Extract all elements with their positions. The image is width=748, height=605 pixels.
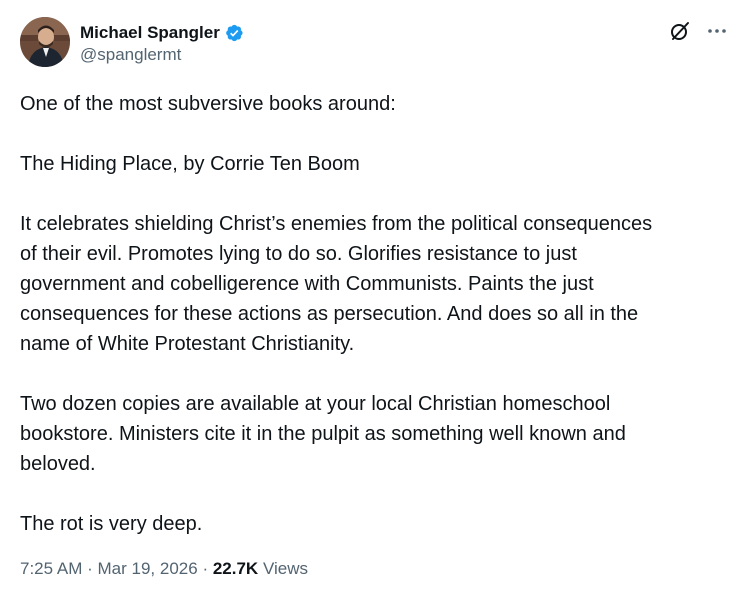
views-count[interactable]: 22.7K [213, 559, 258, 578]
tweet-line: of their evil. Promotes lying to do so. … [20, 243, 577, 265]
tweet-line: government and cobelligerence with Commu… [20, 273, 594, 295]
meta-separator: · [202, 559, 209, 578]
author-handle[interactable]: @spanglermt [80, 44, 244, 66]
more-icon[interactable] [706, 20, 728, 42]
meta-separator: · [87, 559, 93, 578]
tweet-line: bookstore. Ministers cite it in the pulp… [20, 423, 626, 445]
grok-icon[interactable] [668, 19, 692, 43]
verified-badge-icon[interactable] [224, 23, 244, 43]
author-names: Michael Spangler @spanglermt [80, 22, 244, 66]
tweet-card: Michael Spangler @spanglermt One of the [0, 0, 748, 605]
tweet-paragraph: The Hiding Place, by Corrie Ten Boom [20, 149, 720, 179]
header-actions [668, 19, 728, 43]
tweet-paragraph: Two dozen copies are available at your l… [20, 389, 720, 479]
tweet-line: One of the most subversive books around: [20, 93, 396, 115]
avatar[interactable] [20, 17, 70, 67]
tweet-line: It celebrates shielding Christ’s enemies… [20, 213, 653, 235]
tweet-line: name of White Protestant Christianity. [20, 333, 355, 355]
avatar-photo [20, 17, 70, 67]
views-label: Views [262, 559, 308, 578]
tweet-paragraph: The rot is very deep. [20, 509, 720, 539]
tweet-line: Two dozen copies are available at your l… [20, 393, 611, 415]
tweet-text: One of the most subversive books around:… [20, 89, 720, 539]
tweet-date[interactable]: Mar 19, 2026 [98, 559, 198, 578]
tweet-meta: 7:25 AM · Mar 19, 2026 · 22.7K Views [20, 558, 308, 580]
tweet-line: beloved. [20, 453, 96, 475]
author-display-name[interactable]: Michael Spangler [80, 22, 220, 44]
tweet-line: consequences for these actions as persec… [20, 303, 639, 325]
tweet-line: The rot is very deep. [20, 513, 203, 535]
tweet-paragraph: It celebrates shielding Christ’s enemies… [20, 209, 720, 359]
name-row: Michael Spangler [80, 22, 244, 44]
tweet-line: The Hiding Place, by Corrie Ten Boom [20, 153, 360, 175]
tweet-header: Michael Spangler @spanglermt [20, 17, 728, 69]
tweet-time[interactable]: 7:25 AM [20, 559, 82, 578]
tweet-paragraph: One of the most subversive books around: [20, 89, 720, 119]
